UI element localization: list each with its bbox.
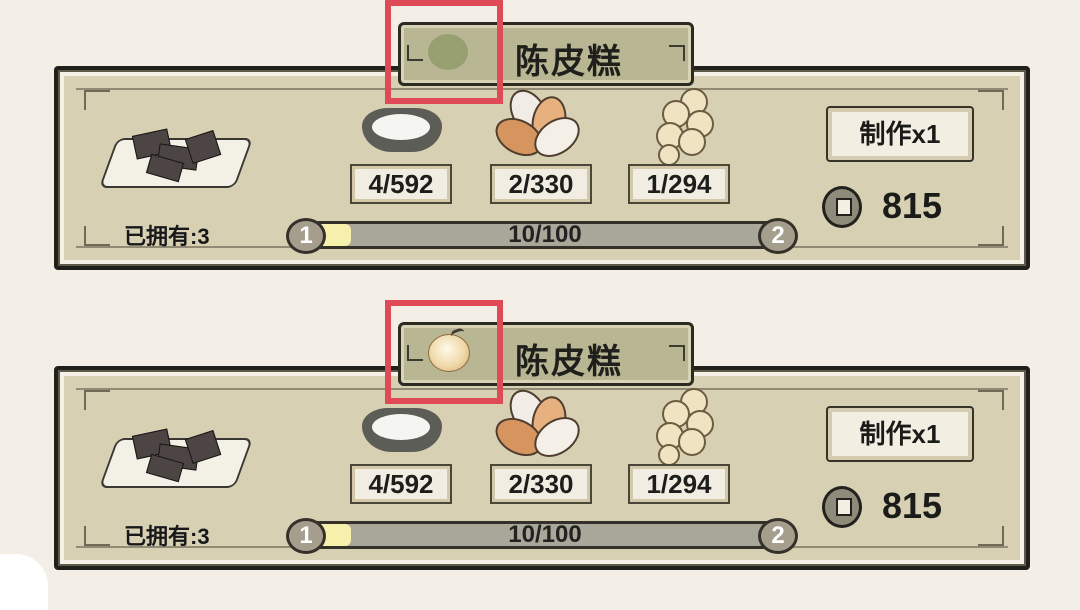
recipe-title: 陈皮糕 — [515, 343, 623, 381]
ingredient-count: 2/330 — [490, 164, 592, 204]
coin-hole-icon — [836, 198, 852, 216]
flour-bowl-icon — [360, 98, 442, 168]
ingredient-count: 1/294 — [628, 464, 730, 504]
panel-corner-ornament — [84, 90, 110, 110]
recipe-card-1: 陈皮糕 已拥有:3 4/592 2/330 1/294 1 2 10/100 制… — [0, 0, 1080, 300]
start-level-badge: 1 — [286, 518, 326, 554]
coin-hole-icon — [836, 498, 852, 516]
flour-shape — [372, 114, 430, 140]
dried-peel-icon — [488, 382, 588, 466]
nut-slice — [658, 144, 680, 166]
panel-corner-ornament — [978, 390, 1004, 410]
craft-button[interactable]: 制作x1 — [826, 406, 974, 462]
dried-peel-icon — [488, 82, 588, 166]
dried-tangerine-cake-icon — [98, 124, 254, 188]
panel-corner-ornament — [978, 226, 1004, 246]
ingredient-count: 2/330 — [490, 464, 592, 504]
nut-slice — [658, 444, 680, 466]
panel-corner-ornament — [978, 526, 1004, 546]
start-level-badge: 1 — [286, 218, 326, 254]
owned-count: 已拥有:3 — [124, 224, 210, 249]
tab-right-ornament — [669, 45, 685, 61]
tab-right-ornament — [669, 345, 685, 361]
selected-icon-highlight — [385, 0, 503, 104]
flour-bowl-icon — [360, 398, 442, 468]
ingredient-count: 4/592 — [350, 464, 452, 504]
recipe-card-2: 陈皮糕 已拥有:3 4/592 2/330 1/294 1 2 10/100 制… — [0, 300, 1080, 600]
flour-shape — [372, 414, 430, 440]
nut-slices-icon — [638, 88, 720, 166]
nut-slice — [678, 428, 706, 456]
selected-icon-highlight — [385, 300, 503, 404]
ingredient-count: 4/592 — [350, 164, 452, 204]
nut-slices-icon — [638, 388, 720, 466]
owned-count: 已拥有:3 — [124, 524, 210, 549]
coin-cost: 815 — [882, 485, 943, 526]
nut-slice — [678, 128, 706, 156]
progress-text: 10/100 — [508, 521, 582, 548]
panel-corner-ornament — [84, 226, 110, 246]
panel-corner-ornament — [84, 390, 110, 410]
recipe-title: 陈皮糕 — [515, 43, 623, 81]
panel-corner-ornament — [84, 526, 110, 546]
craft-button[interactable]: 制作x1 — [826, 106, 974, 162]
progress-text: 10/100 — [508, 221, 582, 248]
panel-corner-ornament — [978, 90, 1004, 110]
end-level-badge: 2 — [758, 218, 798, 254]
end-level-badge: 2 — [758, 518, 798, 554]
ingredient-count: 1/294 — [628, 164, 730, 204]
dried-tangerine-cake-icon — [98, 424, 254, 488]
coin-cost: 815 — [882, 185, 943, 226]
